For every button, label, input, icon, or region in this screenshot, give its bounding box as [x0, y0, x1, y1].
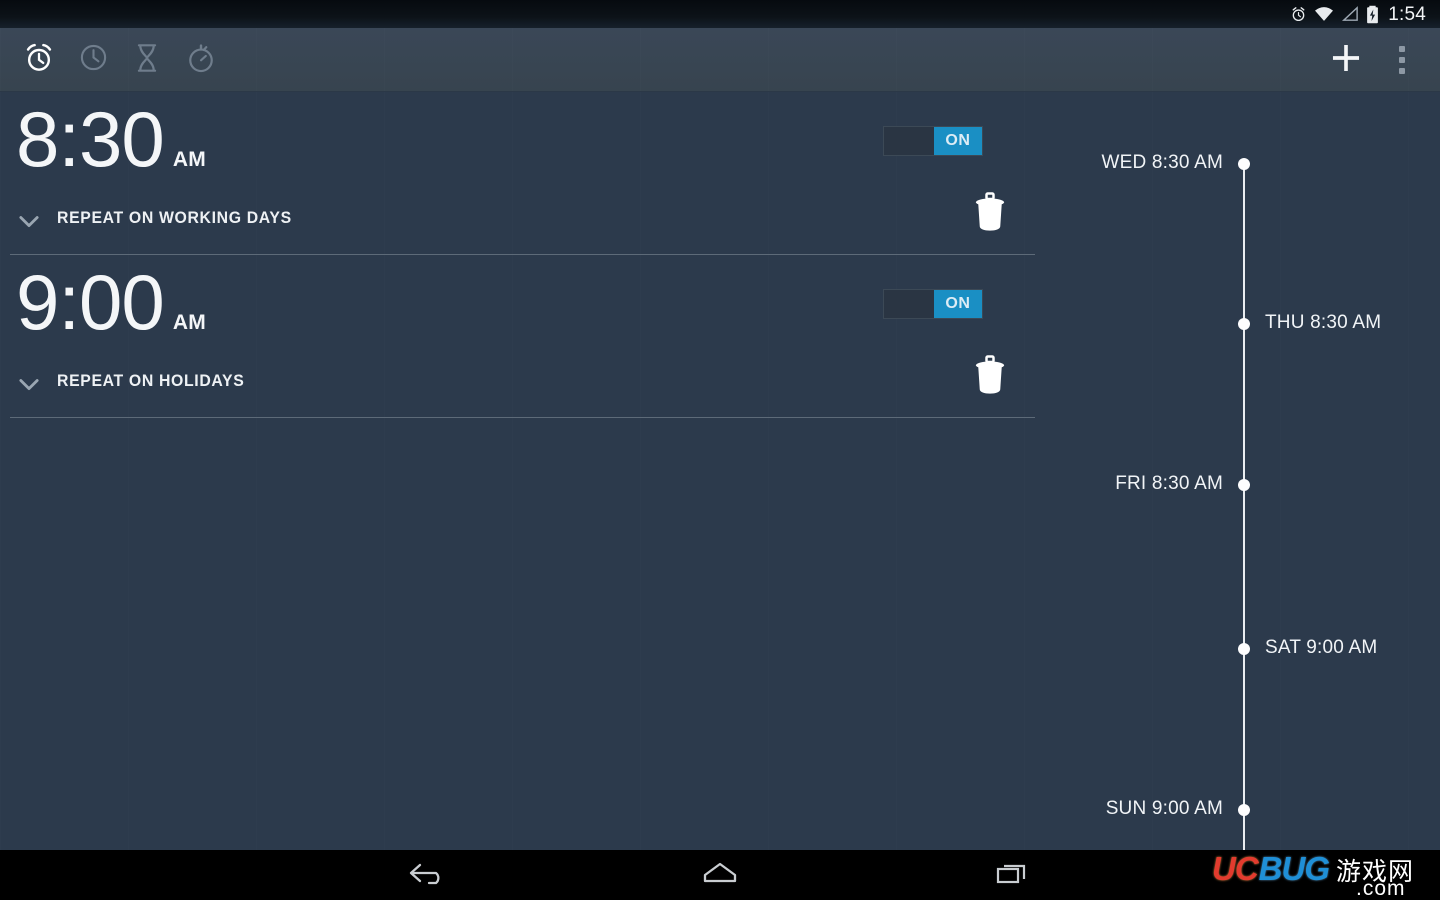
alarm-time-value: 9:00	[16, 258, 165, 346]
alarm-repeat-label: REPEAT ON HOLIDAYS	[57, 371, 245, 390]
alarm-list: 8:30 AM ON REPEAT ON WORKING DAYS 9:00 A…	[0, 92, 1045, 418]
alarm-time-row[interactable]: 8:30 AM ON	[0, 92, 1045, 195]
battery-charging-icon	[1366, 4, 1379, 24]
stopwatch-icon	[187, 43, 215, 78]
timeline-label: SUN 9:00 AM	[1105, 798, 1223, 819]
nav-back-button[interactable]	[391, 850, 465, 900]
alarm-time[interactable]: 8:30 AM	[16, 100, 206, 178]
back-arrow-icon	[406, 860, 450, 891]
toggle-thumb: ON	[934, 127, 982, 155]
alarm-toggle[interactable]: ON	[883, 126, 983, 156]
trash-icon[interactable]	[965, 187, 1015, 237]
toggle-track	[884, 127, 934, 155]
alarm-time-row[interactable]: 9:00 AM ON	[0, 255, 1045, 358]
timeline-dot-icon	[1238, 158, 1250, 170]
tab-strip	[12, 28, 228, 92]
timeline-label: FRI 8:30 AM	[1115, 473, 1223, 494]
alarm-toggle[interactable]: ON	[883, 289, 983, 319]
status-bar: 1:54	[0, 0, 1440, 28]
timeline-label: WED 8:30 AM	[1101, 152, 1223, 173]
toggle-track	[884, 290, 934, 318]
alarm-repeat-row[interactable]: REPEAT ON WORKING DAYS	[0, 192, 1045, 255]
chevron-down-icon[interactable]	[15, 207, 43, 235]
tab-stopwatch[interactable]	[174, 28, 228, 92]
overflow-menu-button[interactable]	[1374, 28, 1430, 92]
tab-clock[interactable]	[66, 28, 120, 92]
hourglass-icon	[134, 43, 160, 78]
more-vertical-icon	[1399, 46, 1405, 74]
alarm-icon	[1290, 4, 1307, 24]
content-area: 8:30 AM ON REPEAT ON WORKING DAYS 9:00 A…	[0, 92, 1440, 850]
plus-icon	[1329, 41, 1363, 80]
alarm-meridiem: AM	[172, 311, 207, 334]
alarm-meridiem: AM	[172, 148, 207, 171]
tab-timer[interactable]	[120, 28, 174, 92]
alarm-divider	[10, 417, 1035, 418]
timeline-axis	[1243, 164, 1245, 850]
alarm-repeat-label: REPEAT ON WORKING DAYS	[57, 208, 292, 227]
recent-apps-icon	[992, 859, 1032, 892]
status-bar-clock: 1:54	[1388, 3, 1426, 25]
nav-home-button[interactable]	[683, 850, 757, 900]
clock-icon	[79, 43, 108, 77]
alarm-clock-icon	[23, 42, 55, 79]
timeline-dot-icon	[1238, 804, 1250, 816]
add-alarm-button[interactable]	[1318, 28, 1374, 92]
toggle-thumb: ON	[934, 290, 982, 318]
timeline-label: SAT 9:00 AM	[1265, 637, 1378, 658]
alarm-time-value: 8:30	[16, 95, 165, 183]
wifi-icon	[1314, 4, 1334, 24]
nav-recents-button[interactable]	[975, 850, 1049, 900]
android-navigation-bar	[0, 850, 1440, 900]
home-icon	[698, 860, 742, 891]
tab-alarm[interactable]	[12, 28, 66, 92]
toolbar-actions	[1318, 28, 1430, 92]
android-alarm-screen: 1:54 8:30 AM ON REPEAT ON WORKING DAYS 9…	[0, 0, 1440, 900]
timeline-dot-icon	[1238, 479, 1250, 491]
signal-icon	[1341, 4, 1359, 24]
chevron-down-icon[interactable]	[15, 370, 43, 398]
trash-icon[interactable]	[965, 350, 1015, 400]
upcoming-alarms-timeline: WED 8:30 AM THU 8:30 AM FRI 8:30 AM SAT …	[1045, 92, 1440, 850]
alarm-time[interactable]: 9:00 AM	[16, 263, 206, 341]
alarm-item[interactable]: 8:30 AM ON REPEAT ON WORKING DAYS	[0, 92, 1045, 255]
app-toolbar	[0, 28, 1440, 92]
timeline-dot-icon	[1238, 643, 1250, 655]
alarm-repeat-row[interactable]: REPEAT ON HOLIDAYS	[0, 355, 1045, 418]
timeline-dot-icon	[1238, 318, 1250, 330]
alarm-item[interactable]: 9:00 AM ON REPEAT ON HOLIDAYS	[0, 255, 1045, 418]
timeline-label: THU 8:30 AM	[1265, 312, 1382, 333]
